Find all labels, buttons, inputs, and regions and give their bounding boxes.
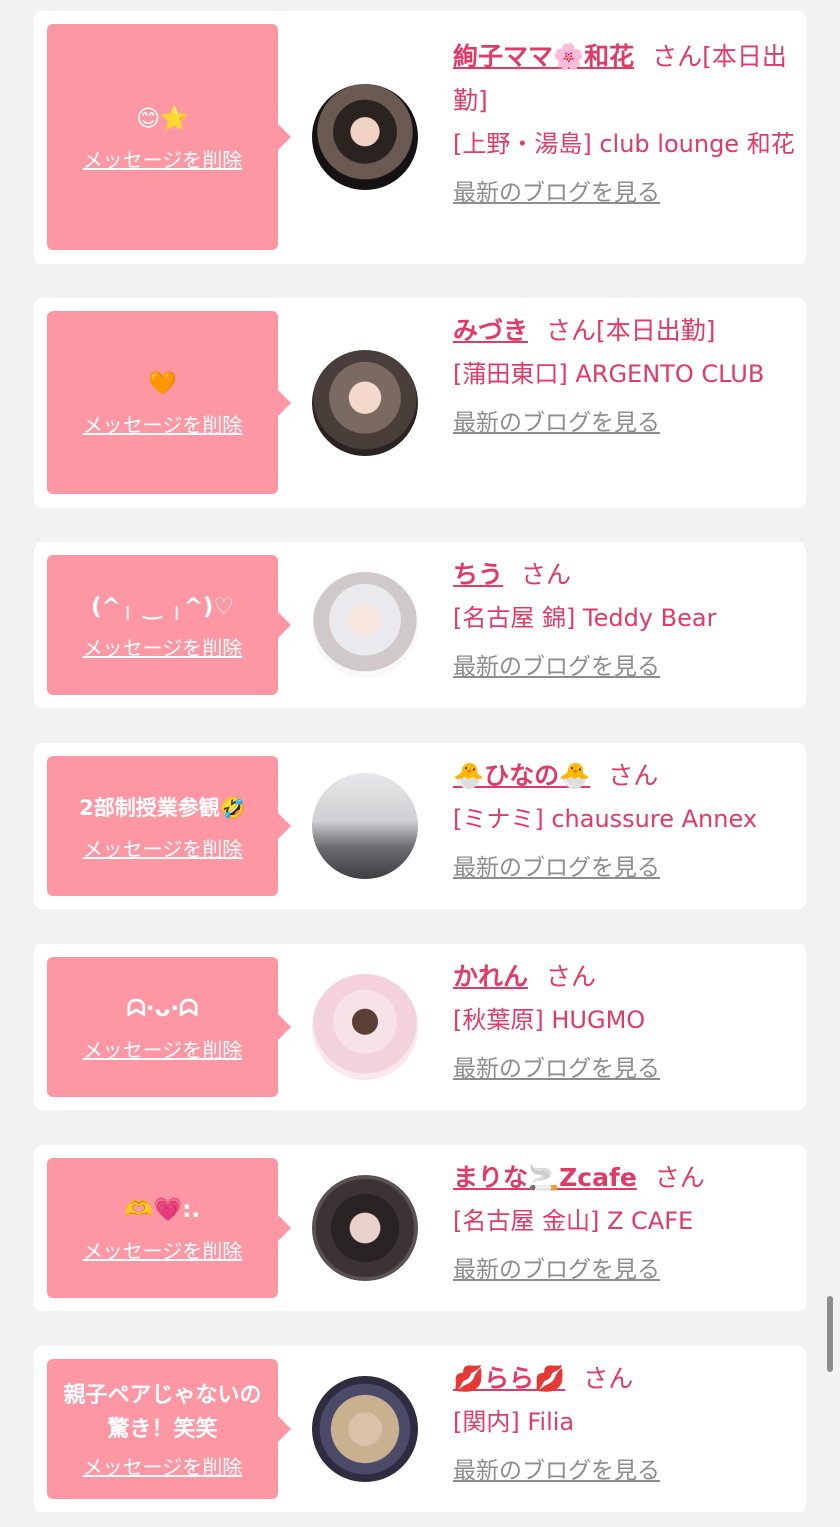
latest-blog-link[interactable]: 最新のブログを見る (453, 647, 798, 687)
profile-info: ちう さん [名古屋 錦] Teddy Bear 最新のブログを見る (453, 553, 798, 687)
scrollbar[interactable] (827, 1296, 833, 1372)
honorific: さん (583, 1364, 634, 1393)
cast-name-link[interactable]: ちう (453, 560, 503, 589)
name-line: ちう さん (453, 553, 798, 597)
name-line: 絢子ママ🌸和花 さん[本日出勤] (453, 35, 798, 123)
name-line: かれん さん (453, 955, 798, 999)
latest-blog-link[interactable]: 最新のブログを見る (453, 1250, 798, 1290)
cast-name-link[interactable]: かれん (453, 962, 528, 991)
delete-message-link[interactable]: メッセージを削除 (83, 1235, 243, 1264)
shop-name: [上野・湯島] club lounge 和花 (453, 130, 795, 158)
delete-message-link[interactable]: メッセージを削除 (83, 632, 243, 661)
profile-info: 💋らら💋 さん [関内] Filia 最新のブログを見る (453, 1357, 798, 1491)
profile-info: 絢子ママ🌸和花 さん[本日出勤] [上野・湯島] club lounge 和花 最… (453, 35, 798, 213)
message-card: 😊⭐ メッセージを削除 絢子ママ🌸和花 さん[本日出勤] [上野・湯島] club… (34, 11, 806, 264)
message-card: 親子ペアじゃないの驚き！笑笑 メッセージを削除 💋らら💋 さん [関内] Fili… (34, 1346, 806, 1512)
name-line: みづき さん[本日出勤] (453, 309, 798, 353)
message-bubble: 🫶💗:. メッセージを削除 (47, 1158, 291, 1298)
message-text: 🫶💗:. (124, 1196, 201, 1223)
message-text: 親子ペアじゃないの驚き！笑笑 (63, 1382, 262, 1442)
message-bubble: 親子ペアじゃないの驚き！笑笑 メッセージを削除 (47, 1359, 291, 1499)
honorific: さん (546, 316, 597, 345)
honorific: さん (654, 1163, 705, 1192)
message-text: 🧡 (148, 371, 177, 397)
avatar[interactable] (312, 1175, 418, 1281)
delete-message-link[interactable]: メッセージを削除 (83, 833, 243, 862)
honorific: さん (652, 42, 703, 71)
shop-name: [名古屋 金山] Z CAFE (453, 1207, 694, 1235)
message-card: 🫶💗:. メッセージを削除 まりな🚬Zcafe さん [名古屋 金山] Z CAF… (34, 1145, 806, 1311)
profile-info: まりな🚬Zcafe さん [名古屋 金山] Z CAFE 最新のブログを見る (453, 1156, 798, 1290)
latest-blog-link[interactable]: 最新のブログを見る (453, 1049, 798, 1089)
message-bubble: (^╷ ‿ ╷^)♡ メッセージを削除 (47, 555, 291, 695)
message-card: ᗣ·ᴗ·ᗣ メッセージを削除 かれん さん [秋葉原] HUGMO 最新のブログを… (34, 944, 806, 1110)
shop-name: [ミナミ] chaussure Annex (453, 805, 758, 833)
attendance-status: [本日出勤] (596, 316, 716, 345)
shop-name: [秋葉原] HUGMO (453, 1006, 646, 1034)
delete-message-link[interactable]: メッセージを削除 (83, 144, 243, 173)
avatar[interactable] (312, 350, 418, 456)
honorific: さん (608, 761, 659, 790)
profile-info: みづき さん[本日出勤] [蒲田東口] ARGENTO CLUB 最新のブログを見… (453, 309, 798, 443)
message-text: ᗣ·ᴗ·ᗣ (126, 995, 199, 1022)
delete-message-link[interactable]: メッセージを削除 (83, 1034, 243, 1063)
message-bubble: 2部制授業参観🤣 メッセージを削除 (47, 756, 291, 896)
message-card: (^╷ ‿ ╷^)♡ メッセージを削除 ちう さん [名古屋 錦] Teddy B… (34, 542, 806, 708)
profile-info: かれん さん [秋葉原] HUGMO 最新のブログを見る (453, 955, 798, 1089)
cast-name-link[interactable]: みづき (453, 316, 528, 345)
avatar[interactable] (312, 773, 418, 879)
avatar[interactable] (312, 572, 418, 678)
delete-message-link[interactable]: メッセージを削除 (83, 1451, 243, 1480)
avatar[interactable] (312, 84, 418, 190)
profile-info: 🐣ひなの🐣 さん [ミナミ] chaussure Annex 最新のブログを見る (453, 754, 798, 888)
name-line: 💋らら💋 さん (453, 1357, 798, 1401)
name-line: まりな🚬Zcafe さん (453, 1156, 798, 1200)
delete-message-link[interactable]: メッセージを削除 (83, 409, 243, 438)
message-card: 2部制授業参観🤣 メッセージを削除 🐣ひなの🐣 さん [ミナミ] chaussur… (34, 743, 806, 909)
avatar[interactable] (312, 1376, 418, 1482)
latest-blog-link[interactable]: 最新のブログを見る (453, 848, 798, 888)
message-text: (^╷ ‿ ╷^)♡ (91, 593, 234, 620)
shop-name: [関内] Filia (453, 1408, 575, 1436)
latest-blog-link[interactable]: 最新のブログを見る (453, 1451, 798, 1491)
shop-name: [名古屋 錦] Teddy Bear (453, 604, 717, 632)
shop-name: [蒲田東口] ARGENTO CLUB (453, 360, 765, 388)
honorific: さん (546, 962, 597, 991)
message-bubble: ᗣ·ᴗ·ᗣ メッセージを削除 (47, 957, 291, 1097)
latest-blog-link[interactable]: 最新のブログを見る (453, 403, 798, 443)
name-line: 🐣ひなの🐣 さん (453, 754, 798, 798)
cast-name-link[interactable]: まりな🚬Zcafe (453, 1163, 637, 1192)
cast-name-link[interactable]: 絢子ママ🌸和花 (453, 42, 634, 71)
message-text: 2部制授業参観🤣 (79, 795, 246, 820)
message-card: 🧡 メッセージを削除 みづき さん[本日出勤] [蒲田東口] ARGENTO CL… (34, 298, 806, 508)
latest-blog-link[interactable]: 最新のブログを見る (453, 173, 798, 213)
message-bubble: 😊⭐ メッセージを削除 (47, 24, 291, 250)
honorific: さん (521, 560, 572, 589)
cast-name-link[interactable]: 🐣ひなの🐣 (453, 761, 590, 790)
message-bubble: 🧡 メッセージを削除 (47, 311, 291, 494)
cast-name-link[interactable]: 💋らら💋 (453, 1364, 565, 1393)
avatar[interactable] (312, 974, 418, 1080)
message-text: 😊⭐ (136, 105, 189, 132)
